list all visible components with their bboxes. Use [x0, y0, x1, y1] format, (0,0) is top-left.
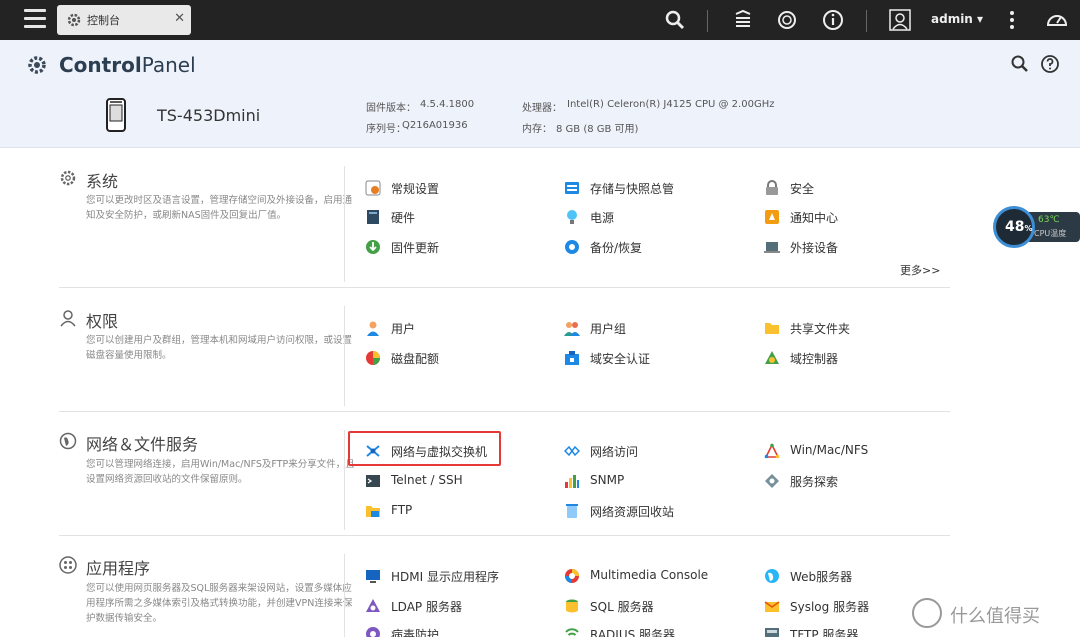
- section-divider: [59, 411, 950, 412]
- storage-icon: [565, 182, 579, 194]
- cpu-value: Intel(R) Celeron(R) J4125 CPU @ 2.00GHz: [567, 99, 775, 110]
- snmp-icon: [565, 475, 579, 488]
- section-desc-network: 您可以管理网络连接，启用Win/Mac/NFS及FTP来分享文件，且设置网络资源…: [86, 459, 355, 485]
- terminal-icon: [366, 475, 380, 487]
- user-group-icon: [564, 322, 580, 336]
- nas-device-icon: [106, 98, 126, 132]
- search-icon[interactable]: [663, 8, 687, 32]
- user-icon: [367, 321, 379, 336]
- user-menu[interactable]: admin ▾: [931, 12, 983, 26]
- antivirus-icon: [366, 627, 380, 637]
- watermark-text: 什么值得买: [950, 606, 1040, 627]
- info-icon[interactable]: [821, 8, 845, 32]
- serial-label: 序列号：: [366, 124, 406, 135]
- cpu-usage: 48%: [1005, 219, 1033, 235]
- tab-label: 控制台: [87, 14, 120, 27]
- tab-control-panel[interactable]: 控制台 ✕: [57, 5, 191, 35]
- power-bulb-icon: [567, 210, 577, 224]
- cpu-temp-label: CPU温度: [1034, 229, 1067, 238]
- backup-icon: [565, 240, 579, 254]
- radius-icon: [565, 628, 579, 636]
- task-stack-icon[interactable]: [731, 8, 755, 32]
- service-discovery-icon: [765, 474, 779, 488]
- external-device-icon: [764, 242, 780, 253]
- lock-icon: [766, 180, 778, 195]
- globe-icon: [59, 432, 77, 450]
- cpu-label: 处理器：: [522, 103, 562, 114]
- win-mac-nfs-icon: [764, 443, 780, 459]
- section-desc-system: 您可以更改时区及语言设置，管理存储空间及外接设备，启用通知及安全防护，或刷新NA…: [86, 195, 353, 221]
- hdmi-icon: [366, 570, 380, 583]
- more-link[interactable]: 更多>>: [900, 262, 940, 278]
- syslog-icon: [764, 601, 780, 612]
- section-title-privilege: 权限: [86, 312, 119, 331]
- section-desc-privilege: 您可以创建用户及群组，管理本机和网域用户访问权限，或设置磁盘容量使用限制。: [86, 335, 353, 361]
- serial-value: Q216A01936: [402, 120, 468, 131]
- cpu-usage-gauge: 48%: [993, 206, 1035, 248]
- general-settings-icon: [365, 180, 381, 196]
- more-options-icon[interactable]: [1000, 8, 1024, 32]
- gear-icon: [60, 170, 76, 186]
- domain-security-icon: [565, 351, 579, 365]
- control-panel-header: ControlPanel TS-453Dmini 固件版本： 4.5.4.180…: [0, 40, 1080, 148]
- toolbar-divider: [707, 10, 708, 32]
- section-title-system: 系统: [86, 172, 119, 191]
- device-name: TS-453Dmini: [157, 106, 261, 125]
- toolbar-divider: [866, 10, 867, 32]
- watermark-logo-icon: [912, 598, 942, 628]
- divider: [344, 306, 345, 406]
- memory-label: 内存：: [522, 124, 552, 135]
- divider: [344, 430, 345, 530]
- section-title-network: 网络＆文件服务: [86, 435, 199, 454]
- divider: [344, 166, 345, 282]
- dashboard-gauge-icon[interactable]: [1045, 8, 1069, 32]
- divider: [344, 554, 345, 637]
- domain-controller-icon: [765, 351, 779, 364]
- user-avatar-icon[interactable]: [888, 8, 912, 32]
- sql-icon: [566, 599, 578, 613]
- menu-icon[interactable]: [24, 9, 46, 29]
- section-divider: [59, 287, 950, 288]
- cpu-temp-panel: 63℃ CPU温度: [1029, 212, 1080, 242]
- tftp-icon: [765, 628, 779, 637]
- firmware-update-icon: [366, 240, 380, 254]
- cpu-widget[interactable]: 63℃ CPU温度 48%: [993, 206, 1080, 248]
- hardware-icon: [367, 210, 379, 224]
- recycle-bin-icon: [566, 504, 578, 518]
- network-access-icon: [564, 445, 580, 457]
- search-icon[interactable]: [1010, 54, 1030, 74]
- multimedia-icon: [565, 569, 579, 583]
- ldap-icon: [366, 599, 380, 612]
- watermark: 什么值得买: [912, 598, 1072, 628]
- top-bar: 控制台 ✕ admin ▾: [0, 0, 1080, 40]
- gear-icon: [67, 13, 81, 27]
- web-server-icon: [765, 569, 779, 583]
- close-icon[interactable]: ✕: [174, 11, 185, 26]
- apps-grid-icon: [59, 556, 77, 574]
- firmware-label: 固件版本：: [366, 103, 416, 114]
- page-title: ControlPanel: [59, 53, 196, 77]
- shared-folder-icon: [765, 323, 779, 334]
- gear-icon: [28, 56, 46, 74]
- user-icon: [60, 310, 76, 327]
- ftp-icon: [366, 506, 380, 517]
- firmware-value: 4.5.4.1800: [420, 99, 475, 110]
- section-divider: [59, 535, 950, 536]
- cpu-temperature: 63℃: [1038, 215, 1060, 225]
- section-desc-applications: 您可以使用网页服务器及SQL服务器来架设网站，设置多媒体应用程序所需之多媒体索引…: [86, 583, 353, 624]
- memory-value: 8 GB (8 GB 可用): [556, 124, 639, 135]
- network-switch-icon: [366, 445, 380, 457]
- sync-icon[interactable]: [775, 8, 799, 32]
- section-title-applications: 应用程序: [86, 559, 151, 578]
- quota-icon: [366, 351, 380, 365]
- help-icon[interactable]: [1040, 54, 1060, 74]
- notification-icon: [765, 210, 779, 224]
